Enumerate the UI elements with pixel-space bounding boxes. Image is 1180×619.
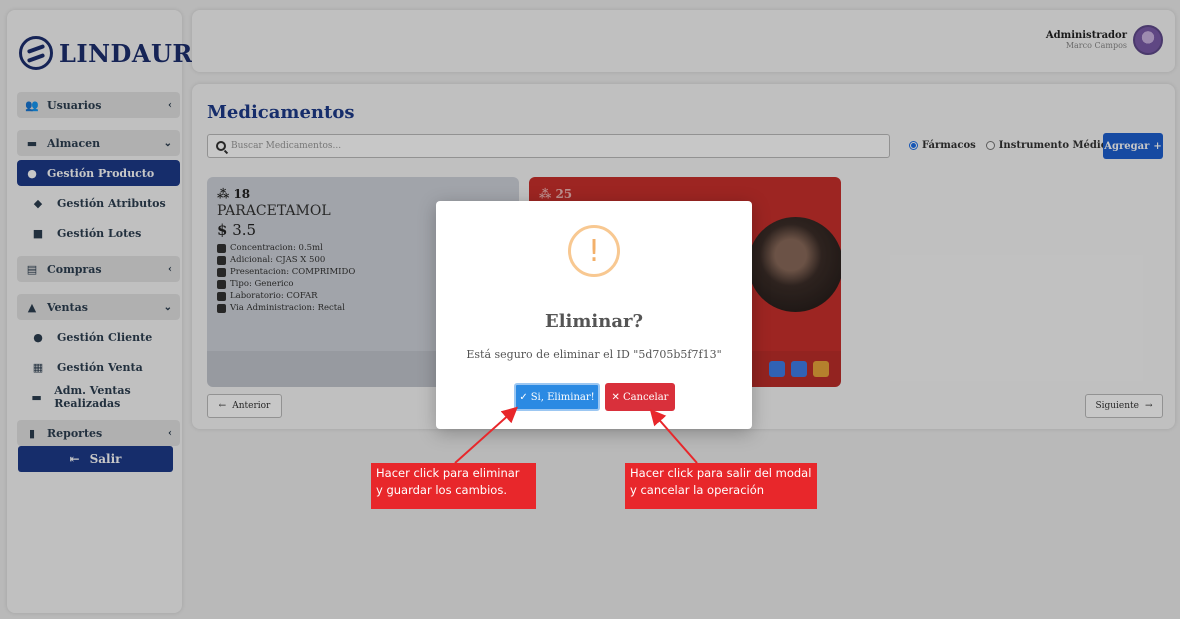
annotation-confirm: Hacer click para eliminar y guardar los … — [371, 463, 536, 509]
annotation-arrows — [454, 406, 698, 464]
annotation-line: Hacer click para eliminar — [376, 466, 520, 480]
annotation-line: y guardar los cambios. — [376, 483, 507, 497]
annotation-cancel: Hacer click para salir del modal y cance… — [625, 463, 817, 509]
arrow-to-cancel — [649, 408, 698, 464]
annotation-line: Hacer click para salir del modal — [630, 466, 812, 480]
app-background: LINDAURA 👥 Usuarios ‹ ▬ Almacen ⌄ ● Gest… — [0, 0, 1180, 619]
annotation-line: y cancelar la operación — [630, 483, 765, 497]
arrow-to-confirm — [454, 406, 518, 464]
